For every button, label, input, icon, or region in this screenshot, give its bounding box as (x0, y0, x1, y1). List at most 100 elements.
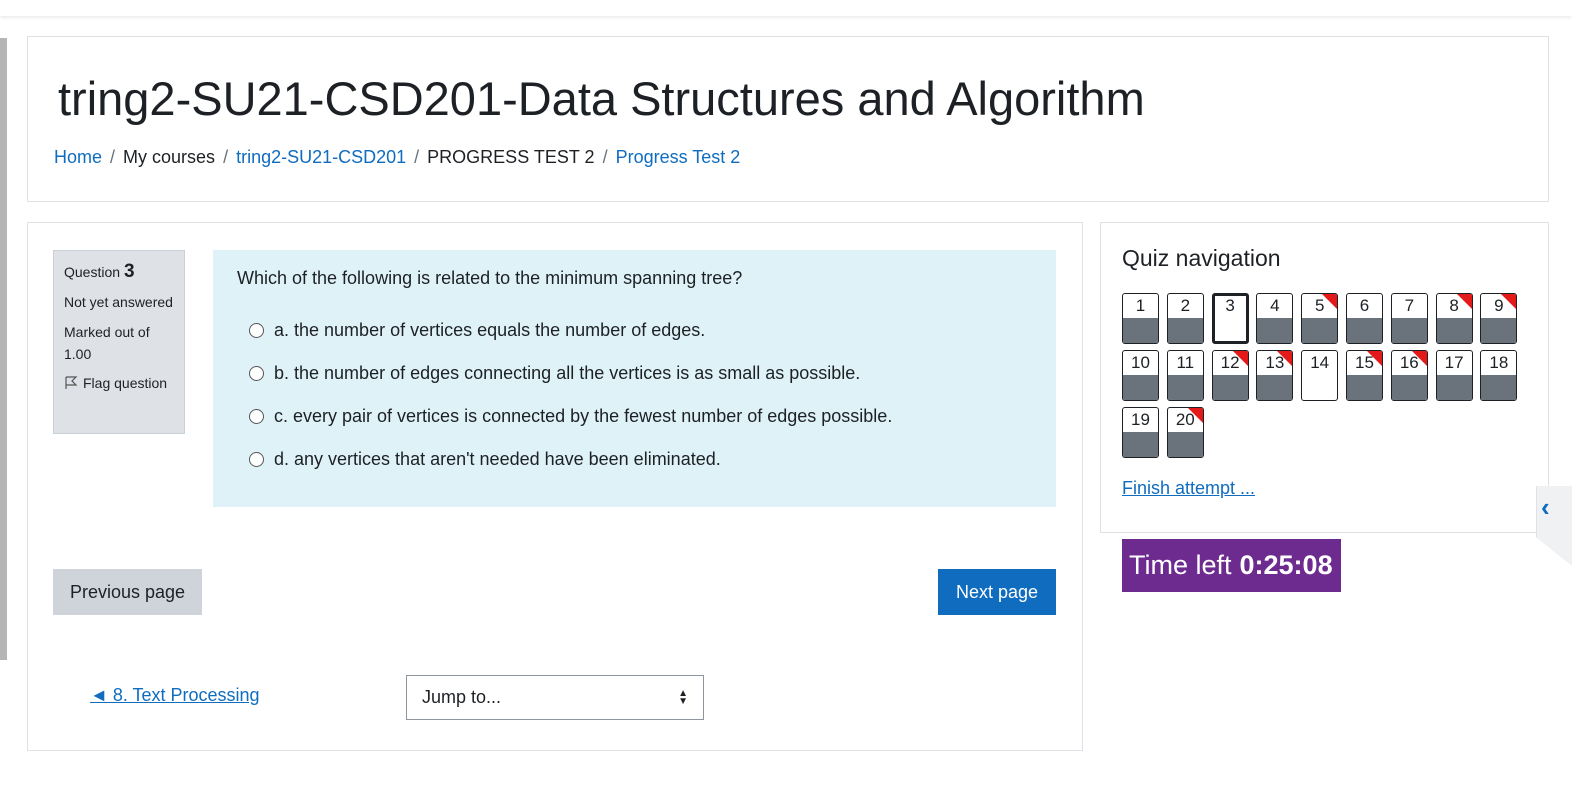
question-number: 3 (123, 261, 135, 282)
breadcrumb-section: PROGRESS TEST 2 (427, 147, 595, 167)
previous-page-button[interactable]: Previous page (53, 569, 202, 615)
answered-indicator (1436, 375, 1472, 400)
breadcrumb-separator: / (602, 147, 608, 167)
quiz-navigation-title: Quiz navigation (1122, 245, 1281, 271)
answer-option-d[interactable]: d. any vertices that aren't needed have … (237, 438, 1032, 481)
flag-question-button[interactable]: Flag question (64, 375, 174, 391)
answered-indicator (1302, 318, 1338, 343)
quiz-nav-question-13[interactable]: 13 (1256, 350, 1294, 401)
answer-label: d. any vertices that aren't needed have … (274, 449, 721, 469)
quiz-nav-question-17[interactable]: 17 (1435, 350, 1473, 401)
question-info-panel: Question 3 Not yet answered Marked out o… (53, 250, 185, 434)
breadcrumb: Home / My courses / tring2-SU21-CSD201 / PROGR… (54, 147, 740, 168)
quiz-timer: Time left 0:25:08 (1122, 539, 1341, 592)
quiz-nav-number: 7 (1404, 296, 1415, 315)
question-label: Question (64, 264, 121, 280)
answered-indicator (1257, 375, 1293, 400)
flag-icon (65, 376, 78, 389)
quiz-nav-question-10[interactable]: 10 (1122, 350, 1159, 401)
quiz-nav-question-18[interactable]: 18 (1480, 350, 1518, 401)
quiz-nav-number: 17 (1444, 353, 1464, 372)
answer-label: b. the number of edges connecting all th… (274, 363, 861, 383)
flagged-corner-icon (1367, 351, 1382, 366)
quiz-nav-question-5[interactable]: 5 (1301, 293, 1339, 344)
quiz-nav-question-1[interactable]: 1 (1122, 293, 1159, 344)
previous-activity-link[interactable]: ◄ 8. Text Processing (90, 685, 260, 706)
quiz-nav-number: 10 (1131, 353, 1150, 372)
quiz-nav-question-16[interactable]: 16 (1390, 350, 1428, 401)
chevron-left-icon[interactable]: ‹ (1541, 492, 1550, 523)
quiz-nav-question-3[interactable]: 3 (1211, 293, 1249, 344)
finish-attempt-link[interactable]: Finish attempt ... (1122, 478, 1255, 499)
breadcrumb-quiz[interactable]: Progress Test 2 (616, 147, 741, 167)
jump-to-label: Jump to... (422, 687, 502, 707)
answered-indicator (1347, 318, 1382, 343)
flagged-corner-icon (1411, 351, 1427, 366)
answered-indicator (1481, 318, 1517, 343)
quiz-nav-question-11[interactable]: 11 (1166, 350, 1204, 401)
quiz-nav-question-8[interactable]: 8 (1435, 293, 1473, 344)
quiz-nav-question-15[interactable]: 15 (1346, 350, 1383, 401)
flagged-corner-icon (1277, 351, 1293, 366)
question-text: Which of the following is related to the… (237, 268, 743, 288)
breadcrumb-my-courses: My courses (123, 147, 216, 167)
quiz-nav-question-19[interactable]: 19 (1122, 407, 1159, 458)
left-scrollbar[interactable] (0, 38, 7, 660)
answered-indicator (1391, 375, 1427, 400)
quiz-nav-question-2[interactable]: 2 (1166, 293, 1204, 344)
breadcrumb-separator: / (110, 147, 116, 167)
flagged-corner-icon (1187, 408, 1203, 423)
quiz-nav-number: 3 (1225, 296, 1235, 315)
timer-value: 0:25:08 (1239, 550, 1333, 580)
answered-indicator (1167, 318, 1203, 343)
answered-indicator (1257, 318, 1293, 343)
radio-button[interactable] (249, 409, 264, 424)
timer-label: Time left (1129, 550, 1232, 580)
question-grade: Marked out of 1.00 (64, 324, 150, 362)
radio-button[interactable] (249, 323, 264, 338)
radio-button[interactable] (249, 366, 264, 381)
quiz-nav-number: 2 (1180, 296, 1191, 315)
next-page-button[interactable]: Next page (938, 569, 1056, 615)
answer-label: c. every pair of vertices is connected b… (274, 406, 893, 426)
answered-indicator (1212, 375, 1248, 400)
answered-indicator (1391, 318, 1427, 343)
answer-option-b[interactable]: b. the number of edges connecting all th… (237, 352, 1032, 395)
quiz-nav-number: 14 (1310, 353, 1330, 372)
select-arrows-icon: ▲ ▼ (678, 687, 688, 707)
top-bar (0, 0, 1572, 16)
flagged-corner-icon (1322, 294, 1338, 309)
quiz-nav-number: 4 (1270, 296, 1280, 315)
breadcrumb-course[interactable]: tring2-SU21-CSD201 (236, 147, 406, 167)
answered-indicator (1123, 375, 1158, 400)
answer-option-c[interactable]: c. every pair of vertices is connected b… (237, 395, 1032, 438)
quiz-nav-number: 6 (1359, 296, 1370, 315)
quiz-nav-question-14[interactable]: 14 (1301, 350, 1339, 401)
flagged-corner-icon (1456, 294, 1472, 309)
quiz-nav-question-12[interactable]: 12 (1211, 350, 1249, 401)
quiz-nav-question-20[interactable]: 20 (1166, 407, 1204, 458)
flagged-corner-icon (1501, 294, 1517, 309)
answered-indicator (1167, 375, 1203, 400)
question-region: Question 3 Not yet answered Marked out o… (27, 222, 1083, 751)
answer-option-a[interactable]: a. the number of vertices equals the num… (237, 309, 1032, 352)
question-state: Not yet answered (64, 294, 173, 310)
answer-label: a. the number of vertices equals the num… (274, 320, 706, 340)
breadcrumb-separator: / (414, 147, 420, 167)
radio-button[interactable] (249, 452, 264, 467)
quiz-nav-number: 1 (1135, 296, 1146, 315)
page-header: tring2-SU21-CSD201-Data Structures and A… (27, 36, 1549, 202)
answered-indicator (1436, 318, 1472, 343)
answered-indicator (1481, 375, 1517, 400)
jump-to-select[interactable]: Jump to... ▲ ▼ (406, 675, 704, 720)
quiz-nav-number: 18 (1489, 353, 1509, 372)
quiz-nav-number: 19 (1131, 410, 1150, 429)
answered-indicator (1123, 318, 1158, 343)
quiz-nav-question-6[interactable]: 6 (1346, 293, 1383, 344)
answered-indicator (1123, 432, 1158, 457)
quiz-nav-question-7[interactable]: 7 (1390, 293, 1428, 344)
breadcrumb-home[interactable]: Home (54, 147, 102, 167)
quiz-nav-question-9[interactable]: 9 (1480, 293, 1518, 344)
quiz-navigation-block: Quiz navigation 1 2 3 4 5 6 7 8 9 10 11 12 13 14 15 16 1… (1100, 222, 1549, 533)
quiz-nav-question-4[interactable]: 4 (1256, 293, 1294, 344)
